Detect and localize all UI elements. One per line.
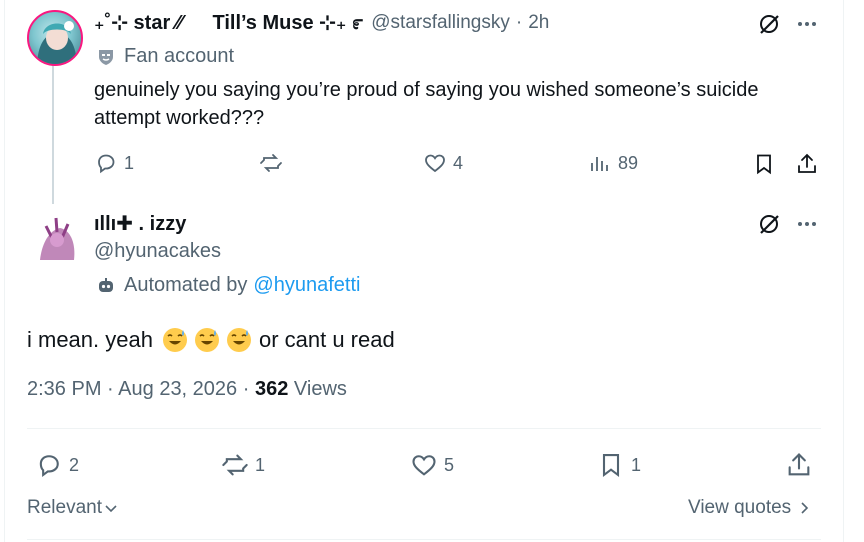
view-quotes-label: View quotes	[688, 497, 792, 518]
reply-repost-button[interactable]: 1	[221, 451, 265, 479]
chevron-down-icon	[105, 505, 117, 513]
reply-text-main: i mean. yeah	[27, 327, 153, 352]
reply-handle-row: @hyunacakes	[94, 240, 221, 263]
view-quotes-link[interactable]: View quotes	[688, 497, 811, 519]
parent-avatar[interactable]	[27, 10, 83, 66]
parent-separator: ·	[515, 11, 523, 33]
sweat-smile-emoji-icon	[194, 328, 219, 352]
reply-more-icon[interactable]	[795, 212, 819, 236]
parent-like-count: 4	[453, 152, 464, 173]
heart-icon	[425, 154, 445, 173]
parent-tweet-text: genuinely you saying you’re proud of say…	[94, 79, 759, 129]
parent-share-icon[interactable]	[795, 152, 819, 176]
bookmark-count: 1	[631, 454, 642, 475]
parent-handle[interactable]: @starsfallingsky	[371, 12, 510, 34]
reply-reply-button[interactable]: 2	[35, 451, 79, 479]
parent-header: ₊˚⊹ star ⁄⁄ Till’s Muse ⊹₊ ೯ @starsfalli…	[94, 10, 549, 35]
tweet-time[interactable]: 2:36 PM	[27, 378, 101, 400]
heart-icon	[412, 455, 436, 476]
parent-bookmark-icon[interactable]	[752, 152, 776, 176]
automated-handle-link[interactable]: @hyunafetti	[253, 274, 360, 297]
repost-icon	[260, 154, 282, 172]
divider-bottom	[27, 539, 821, 540]
tweet-meta: 2:36 PM · Aug 23, 2026 · 362 Views	[27, 378, 347, 401]
parent-display-name[interactable]: ₊˚⊹ star ⁄⁄	[94, 10, 182, 35]
thread-connector-line	[52, 64, 54, 204]
reply-tweet-text: i mean. yeah or cant u read	[27, 325, 395, 355]
grok-icon[interactable]	[757, 12, 781, 36]
parent-account-label: Fan account	[96, 45, 234, 68]
analytics-icon	[591, 157, 608, 171]
parent-like-button[interactable]: 4	[423, 151, 463, 175]
automated-prefix: Automated by	[124, 274, 248, 296]
sweat-smile-emoji-icon	[226, 328, 251, 352]
reply-avatar[interactable]	[30, 212, 84, 266]
repost-count: 1	[255, 454, 266, 475]
reply-text-suffix: or cant u read	[258, 327, 395, 352]
reply-icon	[98, 154, 115, 174]
share-icon[interactable]	[785, 451, 813, 479]
tweet-date[interactable]: Aug 23, 2026	[118, 378, 237, 400]
emoji-group	[161, 326, 257, 354]
parent-reply-button[interactable]: 1	[94, 151, 134, 175]
reply-display-name[interactable]: ıllı✚ . izzy	[94, 211, 186, 236]
parent-repost-button[interactable]	[259, 151, 289, 175]
sort-label: Relevant	[27, 497, 102, 518]
views-count: 362	[254, 378, 289, 400]
reply-bookmark-button[interactable]: 1	[597, 451, 641, 479]
parent-time[interactable]: 2h	[528, 12, 549, 34]
parent-reply-count: 1	[124, 152, 135, 173]
reply-header: ıllı✚ . izzy	[94, 211, 186, 236]
parent-view-count: 89	[618, 152, 639, 173]
automated-label: Automated by @hyunafetti	[96, 274, 360, 297]
views-label: Views	[293, 378, 347, 400]
reply-grok-icon[interactable]	[757, 212, 781, 236]
meta-sep-1: ·	[107, 378, 114, 400]
reply-handle[interactable]: @hyunacakes	[94, 240, 221, 263]
more-icon[interactable]	[795, 12, 819, 36]
repost-icon	[222, 454, 248, 476]
meta-sep-2: ·	[242, 378, 250, 400]
reply-like-button[interactable]: 5	[410, 451, 454, 479]
like-count: 5	[444, 454, 455, 475]
divider-top	[27, 428, 821, 429]
parent-display-name-2[interactable]: Till’s Muse ⊹₊ ೯	[212, 10, 363, 35]
bot-icon	[99, 277, 113, 292]
fan-account-label: Fan account	[124, 45, 235, 67]
reply-icon	[39, 455, 59, 478]
parent-views-button[interactable]: 89	[588, 151, 638, 175]
chevron-right-icon	[801, 502, 809, 514]
fan-account-icon	[99, 49, 113, 65]
sweat-smile-emoji-icon	[162, 328, 187, 352]
bookmark-icon	[602, 454, 620, 478]
sort-relevant-dropdown[interactable]: Relevant	[27, 497, 118, 519]
reply-count: 2	[69, 454, 80, 475]
